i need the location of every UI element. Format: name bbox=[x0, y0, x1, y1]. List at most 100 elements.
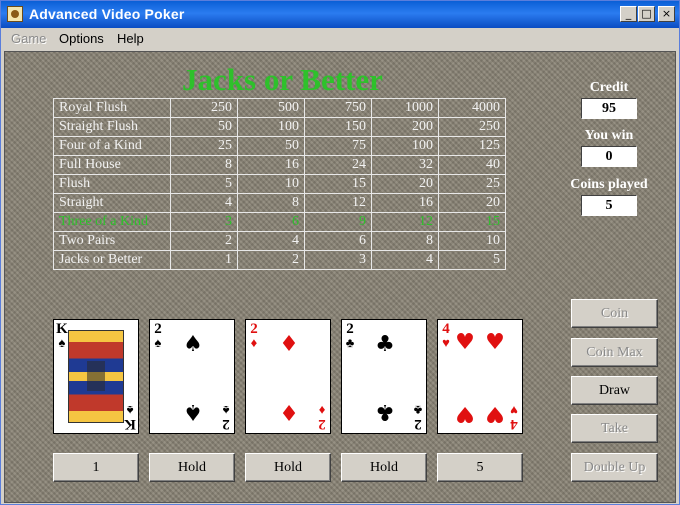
heart-pip: ♥ bbox=[455, 401, 475, 426]
double-up-button[interactable]: Double Up bbox=[571, 453, 658, 482]
paytable-payout: 125 bbox=[438, 136, 506, 156]
paytable-payout: 2 bbox=[170, 231, 238, 251]
hold-button-1[interactable]: 1 bbox=[53, 453, 139, 482]
paytable-hand-name: Straight Flush bbox=[53, 117, 171, 137]
diamond-pip: ♦ bbox=[279, 332, 299, 357]
app-window: Advanced Video Poker _ □ × Game Options … bbox=[0, 0, 680, 505]
paytable-payout: 200 bbox=[371, 117, 439, 137]
paytable-payout: 10 bbox=[438, 231, 506, 251]
take-button[interactable]: Take bbox=[571, 414, 658, 443]
heart-pip: ♥ bbox=[485, 401, 505, 426]
credit-value: 95 bbox=[581, 98, 637, 119]
paytable-payout: 4 bbox=[237, 231, 305, 251]
paytable-row: Two Pairs 2 4 6 8 10 bbox=[53, 231, 506, 251]
paytable-payout: 20 bbox=[438, 193, 506, 213]
card-corner: 4 ♥ bbox=[442, 321, 450, 350]
heart-pip: ♥ bbox=[455, 330, 475, 355]
paytable-hand-name: Jacks or Better bbox=[53, 250, 171, 270]
coin-button[interactable]: Coin bbox=[571, 299, 658, 328]
card-corner: K ♠ bbox=[124, 403, 136, 432]
paytable-payout: 250 bbox=[438, 117, 506, 137]
diamond-pip: ♦ bbox=[279, 399, 299, 424]
coin-max-button[interactable]: Coin Max bbox=[571, 338, 658, 367]
menu-options[interactable]: Options bbox=[59, 31, 104, 46]
card-corner: 2 ♣ bbox=[413, 403, 423, 432]
draw-button[interactable]: Draw bbox=[571, 376, 658, 405]
paytable-payout: 100 bbox=[237, 117, 305, 137]
paytable-row: Jacks or Better 1 2 3 4 5 bbox=[53, 250, 506, 270]
card-corner: 2 ♠ bbox=[222, 403, 230, 432]
paytable-payout: 3 bbox=[304, 250, 372, 270]
win-value: 0 bbox=[581, 146, 637, 167]
app-icon[interactable] bbox=[7, 6, 23, 22]
paytable-hand-name: Straight bbox=[53, 193, 171, 213]
hold-button-4[interactable]: Hold bbox=[341, 453, 427, 482]
paytable-payout: 16 bbox=[371, 193, 439, 213]
paytable-payout: 12 bbox=[371, 212, 439, 232]
paytable-payout: 16 bbox=[237, 155, 305, 175]
spade-pip: ♠ bbox=[183, 332, 203, 357]
paytable-payout: 250 bbox=[170, 98, 238, 118]
paytable-payout: 750 bbox=[304, 98, 372, 118]
paytable-row: Three of a Kind 3 6 9 12 15 bbox=[53, 212, 506, 232]
card-5[interactable]: 4 ♥ ♥ ♥ ♥ ♥ 4 ♥ bbox=[437, 319, 523, 434]
paytable-payout: 1 bbox=[170, 250, 238, 270]
credit-label: Credit bbox=[589, 80, 629, 95]
paytable-hand-name: Four of a Kind bbox=[53, 136, 171, 156]
paytable-hand-name: Two Pairs bbox=[53, 231, 171, 251]
paytable-payout: 32 bbox=[371, 155, 439, 175]
game-title: Jacks or Better bbox=[182, 62, 383, 97]
card-1[interactable]: K ♠ K ♠ bbox=[53, 319, 139, 434]
paytable-payout: 15 bbox=[438, 212, 506, 232]
hold-button-5[interactable]: 5 bbox=[437, 453, 523, 482]
paytable-payout: 4 bbox=[371, 250, 439, 270]
close-icon[interactable]: × bbox=[658, 6, 675, 22]
paytable-payout: 50 bbox=[170, 117, 238, 137]
paytable-payout: 5 bbox=[438, 250, 506, 270]
paytable-payout: 12 bbox=[304, 193, 372, 213]
menu-help[interactable]: Help bbox=[117, 31, 144, 46]
paytable-row: Flush 5 10 15 20 25 bbox=[53, 174, 506, 194]
paytable-payout: 1000 bbox=[371, 98, 439, 118]
paytable-hand-name: Royal Flush bbox=[53, 98, 171, 118]
paytable-payout: 75 bbox=[304, 136, 372, 156]
paytable-payout: 3 bbox=[170, 212, 238, 232]
menu-game[interactable]: Game bbox=[11, 31, 46, 46]
heart-pip: ♥ bbox=[485, 330, 505, 355]
coins-played-label: Coins played bbox=[570, 177, 648, 192]
card-3[interactable]: 2 ♦ ♦ ♦ 2 ♦ bbox=[245, 319, 331, 434]
paytable-payout: 100 bbox=[371, 136, 439, 156]
paytable-hand-name: Full House bbox=[53, 155, 171, 175]
paytable-payout: 25 bbox=[170, 136, 238, 156]
king-face-art bbox=[68, 330, 124, 423]
card-corner: 2 ♦ bbox=[318, 403, 326, 432]
paytable-row: Straight 4 8 12 16 20 bbox=[53, 193, 506, 213]
card-corner: 2 ♠ bbox=[154, 321, 162, 350]
paytable-payout: 2 bbox=[237, 250, 305, 270]
card-corner: 4 ♥ bbox=[510, 403, 518, 432]
title-bar[interactable]: Advanced Video Poker _ □ × bbox=[1, 1, 679, 28]
paytable-row: Full House 8 16 24 32 40 bbox=[53, 155, 506, 175]
card-2[interactable]: 2 ♠ ♠ ♠ 2 ♠ bbox=[149, 319, 235, 434]
window-title: Advanced Video Poker bbox=[29, 6, 185, 22]
paytable: Royal Flush 250 500 750 1000 4000 Straight Flu… bbox=[53, 98, 506, 270]
paytable-payout: 500 bbox=[237, 98, 305, 118]
menu-bar: Game Options Help bbox=[1, 28, 679, 49]
paytable-payout: 150 bbox=[304, 117, 372, 137]
paytable-row: Royal Flush 250 500 750 1000 4000 bbox=[53, 98, 506, 118]
paytable-row: Four of a Kind 25 50 75 100 125 bbox=[53, 136, 506, 156]
hold-button-3[interactable]: Hold bbox=[245, 453, 331, 482]
card-corner: 2 ♣ bbox=[345, 321, 355, 350]
card-corner: K ♠ bbox=[56, 321, 68, 350]
maximize-icon[interactable]: □ bbox=[638, 6, 655, 22]
paytable-payout: 20 bbox=[371, 174, 439, 194]
club-pip: ♣ bbox=[375, 399, 395, 424]
coins-played-value: 5 bbox=[581, 195, 637, 216]
paytable-payout: 8 bbox=[371, 231, 439, 251]
minimize-icon[interactable]: _ bbox=[620, 6, 637, 22]
hold-button-2[interactable]: Hold bbox=[149, 453, 235, 482]
win-label: You win bbox=[584, 128, 634, 143]
card-4[interactable]: 2 ♣ ♣ ♣ 2 ♣ bbox=[341, 319, 427, 434]
paytable-hand-name: Three of a Kind bbox=[53, 212, 171, 232]
paytable-payout: 8 bbox=[170, 155, 238, 175]
